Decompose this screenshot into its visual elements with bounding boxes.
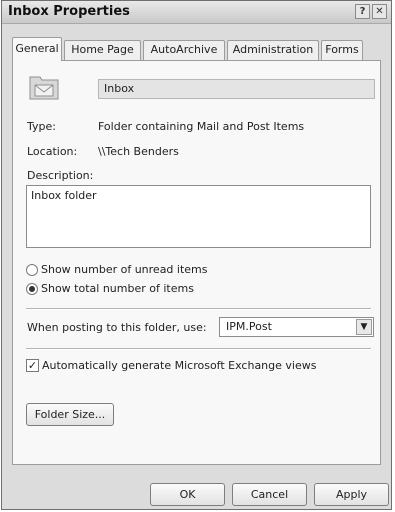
cancel-button[interactable]: Cancel xyxy=(232,483,307,506)
radio-show-total-label[interactable]: Show total number of items xyxy=(41,282,194,295)
radio-selected-dot xyxy=(29,286,35,292)
tab-general[interactable]: General xyxy=(12,37,62,61)
description-textarea[interactable]: Inbox folder xyxy=(26,185,371,248)
location-label: Location: xyxy=(27,145,78,158)
mail-folder-icon xyxy=(29,76,59,100)
auto-views-checkbox[interactable]: ✓ xyxy=(26,359,39,372)
posting-form-select[interactable]: IPM.Post ▼ xyxy=(219,317,374,337)
type-value: Folder containing Mail and Post Items xyxy=(98,120,305,133)
description-label: Description: xyxy=(27,169,94,182)
radio-show-unread[interactable] xyxy=(26,264,38,276)
location-value: \\Tech Benders xyxy=(98,145,179,158)
posting-form-value: IPM.Post xyxy=(226,320,272,333)
radio-show-total[interactable] xyxy=(26,283,38,295)
apply-button[interactable]: Apply xyxy=(314,483,389,506)
tab-autoarchive[interactable]: AutoArchive xyxy=(143,40,225,60)
tab-home-page[interactable]: Home Page xyxy=(64,40,141,60)
close-button[interactable]: ✕ xyxy=(372,4,387,19)
folder-name-field: Inbox xyxy=(98,79,375,99)
ok-button[interactable]: OK xyxy=(150,483,225,506)
dialog-title: Inbox Properties xyxy=(8,4,130,19)
posting-form-label: When posting to this folder, use: xyxy=(27,321,207,334)
type-label: Type: xyxy=(27,120,56,133)
divider xyxy=(26,308,371,310)
general-tab-panel: Inbox Type: Folder containing Mail and P… xyxy=(12,60,381,465)
auto-views-label[interactable]: Automatically generate Microsoft Exchang… xyxy=(42,359,316,372)
chevron-down-icon[interactable]: ▼ xyxy=(356,319,372,335)
help-button[interactable]: ? xyxy=(355,4,370,19)
divider xyxy=(26,348,371,350)
title-bar[interactable]: Inbox Properties ? ✕ xyxy=(2,1,391,24)
properties-dialog: Inbox Properties ? ✕ General Home Page A… xyxy=(1,0,392,510)
tab-administration[interactable]: Administration xyxy=(227,40,319,60)
radio-show-unread-label[interactable]: Show number of unread items xyxy=(41,263,208,276)
tab-forms[interactable]: Forms xyxy=(321,40,363,60)
folder-size-button[interactable]: Folder Size... xyxy=(26,403,114,426)
